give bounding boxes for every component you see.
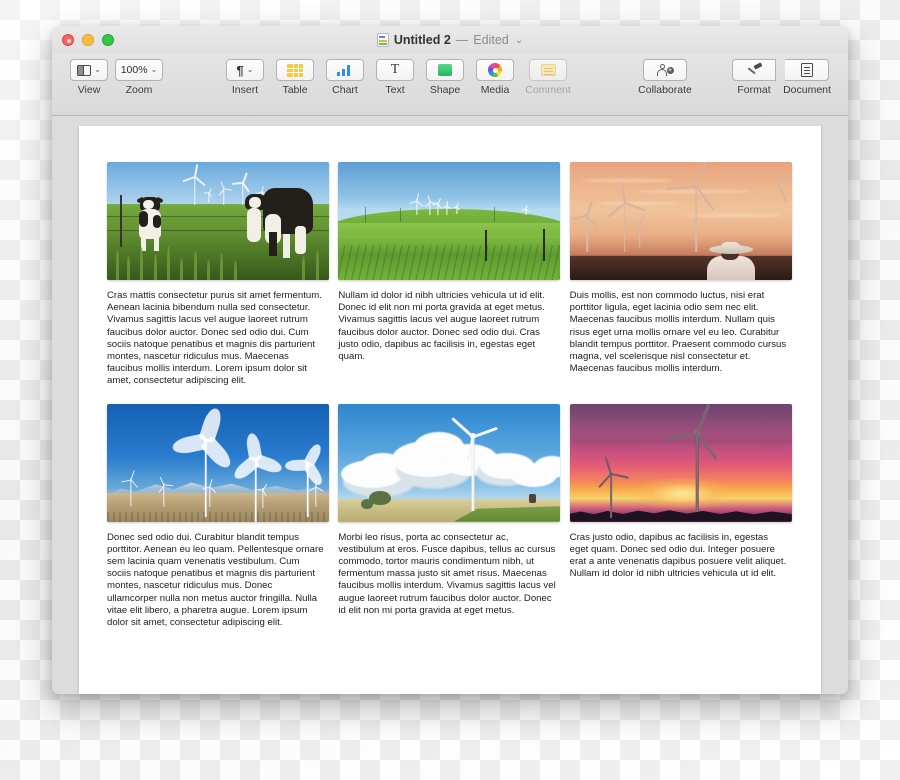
person-silhouette bbox=[701, 242, 761, 280]
shape-label: Shape bbox=[429, 84, 461, 96]
toolbar-group-inspector: Format Document bbox=[730, 59, 836, 96]
green-rolling-fields-with-distant-turbines-image[interactable] bbox=[338, 162, 561, 280]
insert-label: Insert bbox=[231, 84, 259, 96]
chart-label: Chart bbox=[332, 84, 358, 96]
table-button[interactable]: Table bbox=[270, 59, 320, 96]
caption-text: Donec sed odio dui. Curabitur blandit te… bbox=[107, 531, 324, 629]
chart-button[interactable]: Chart bbox=[320, 59, 370, 96]
zoom-level-value: 100% bbox=[120, 64, 148, 76]
zoom-button[interactable]: 100% ⌄ Zoom bbox=[114, 59, 164, 96]
document-edited-state: Edited bbox=[473, 33, 509, 47]
comment-button[interactable]: Comment bbox=[520, 59, 576, 96]
toolbar-group-insert: ¶ ⌄ Insert Table Chart T Text Shape Medi… bbox=[220, 59, 576, 96]
table-grid-icon bbox=[287, 63, 303, 77]
table-label: Table bbox=[282, 84, 308, 96]
caption-text: Cras justo odio, dapibus ac facilisis in… bbox=[569, 531, 787, 580]
document-canvas[interactable]: Cras mattis consectetur purus sit amet f… bbox=[52, 116, 848, 694]
text-label: Text bbox=[385, 84, 405, 96]
grid-cell: Duis mollis, est non commodo luctus, nis… bbox=[569, 162, 793, 388]
grid-cell: Morbi leo risus, porta ac consectetur ac… bbox=[338, 403, 561, 630]
close-window-button[interactable] bbox=[62, 34, 74, 46]
cows-grazing-with-wind-turbines-image[interactable] bbox=[107, 162, 329, 280]
photos-color-wheel-icon bbox=[488, 63, 502, 77]
person-in-hat-watching-turbines-at-sunset-image[interactable] bbox=[569, 162, 792, 280]
caption-text: Morbi leo risus, porta ac consectetur ac… bbox=[338, 531, 556, 616]
turbines-spinning-over-desert-mountains-image[interactable] bbox=[107, 403, 329, 522]
photo-caption-grid: Cras mattis consectetur purus sit amet f… bbox=[107, 162, 793, 629]
view-panel-icon bbox=[77, 64, 92, 76]
toolbar-group-view: ⌄ View 100% ⌄ Zoom bbox=[64, 59, 164, 96]
paintbrush-icon bbox=[747, 63, 762, 77]
window-title: Untitled 2 — Edited ⌄ bbox=[52, 33, 848, 47]
caption-text: Nullam id dolor id nibh ultricies vehicu… bbox=[338, 290, 545, 363]
green-square-icon bbox=[438, 64, 452, 76]
grid-cell: Cras justo odio, dapibus ac facilisis in… bbox=[569, 403, 793, 630]
caption-text: Duis mollis, est non commodo luctus, nis… bbox=[569, 290, 787, 375]
zoom-label: Zoom bbox=[125, 84, 153, 96]
chevron-down-icon[interactable]: ⌄ bbox=[515, 35, 523, 46]
caption-text: Cras mattis consectetur purus sit amet f… bbox=[107, 290, 322, 387]
document-button[interactable]: Document bbox=[778, 59, 836, 96]
media-label: Media bbox=[480, 84, 510, 96]
turbine-silhouettes-magenta-sunset-image[interactable] bbox=[569, 403, 792, 522]
document-title: Untitled 2 bbox=[393, 33, 451, 47]
app-toolbar: ⌄ View 100% ⌄ Zoom ¶ ⌄ Insert Table Char… bbox=[52, 54, 848, 116]
format-button[interactable]: Format bbox=[730, 59, 778, 96]
grid-cell: Donec sed odio dui. Curabitur blandit te… bbox=[107, 403, 330, 630]
insert-button[interactable]: ¶ ⌄ Insert bbox=[220, 59, 270, 96]
view-button[interactable]: ⌄ View bbox=[64, 59, 114, 96]
maximize-window-button[interactable] bbox=[102, 34, 114, 46]
pages-app-window: Untitled 2 — Edited ⌄ ⌄ View 100% ⌄ Zoom bbox=[52, 26, 848, 694]
grid-cell: Cras mattis consectetur purus sit amet f… bbox=[107, 162, 330, 388]
shape-button[interactable]: Shape bbox=[420, 59, 470, 96]
media-button[interactable]: Media bbox=[470, 59, 520, 96]
chevron-down-icon: ⌄ bbox=[150, 65, 158, 74]
document-lines-icon bbox=[800, 63, 813, 77]
bar-chart-icon bbox=[337, 64, 353, 76]
pages-document-icon bbox=[376, 33, 389, 47]
toolbar-group-collaborate: + Collaborate bbox=[632, 59, 698, 96]
traffic-light-buttons bbox=[52, 34, 114, 46]
document-label: Document bbox=[783, 84, 831, 96]
grid-cell: Nullam id dolor id nibh ultricies vehicu… bbox=[338, 162, 561, 388]
document-page[interactable]: Cras mattis consectetur purus sit amet f… bbox=[79, 126, 821, 694]
view-label: View bbox=[77, 84, 101, 96]
pilcrow-icon: ¶ bbox=[236, 62, 244, 78]
title-separator: — bbox=[455, 33, 469, 47]
chevron-down-icon: ⌄ bbox=[246, 65, 254, 74]
collaborate-label: Collaborate bbox=[638, 84, 692, 96]
format-label: Format bbox=[737, 84, 771, 96]
minimize-window-button[interactable] bbox=[82, 34, 94, 46]
sticky-note-icon bbox=[540, 64, 556, 76]
single-turbine-with-cumulus-clouds-image[interactable] bbox=[338, 403, 561, 522]
add-person-icon: + bbox=[657, 63, 674, 77]
collaborate-button[interactable]: + Collaborate bbox=[632, 59, 698, 96]
text-button[interactable]: T Text bbox=[370, 59, 420, 96]
window-titlebar[interactable]: Untitled 2 — Edited ⌄ bbox=[52, 26, 848, 54]
comment-label: Comment bbox=[525, 84, 571, 96]
text-t-icon: T bbox=[390, 62, 400, 77]
chevron-down-icon: ⌄ bbox=[94, 65, 101, 74]
